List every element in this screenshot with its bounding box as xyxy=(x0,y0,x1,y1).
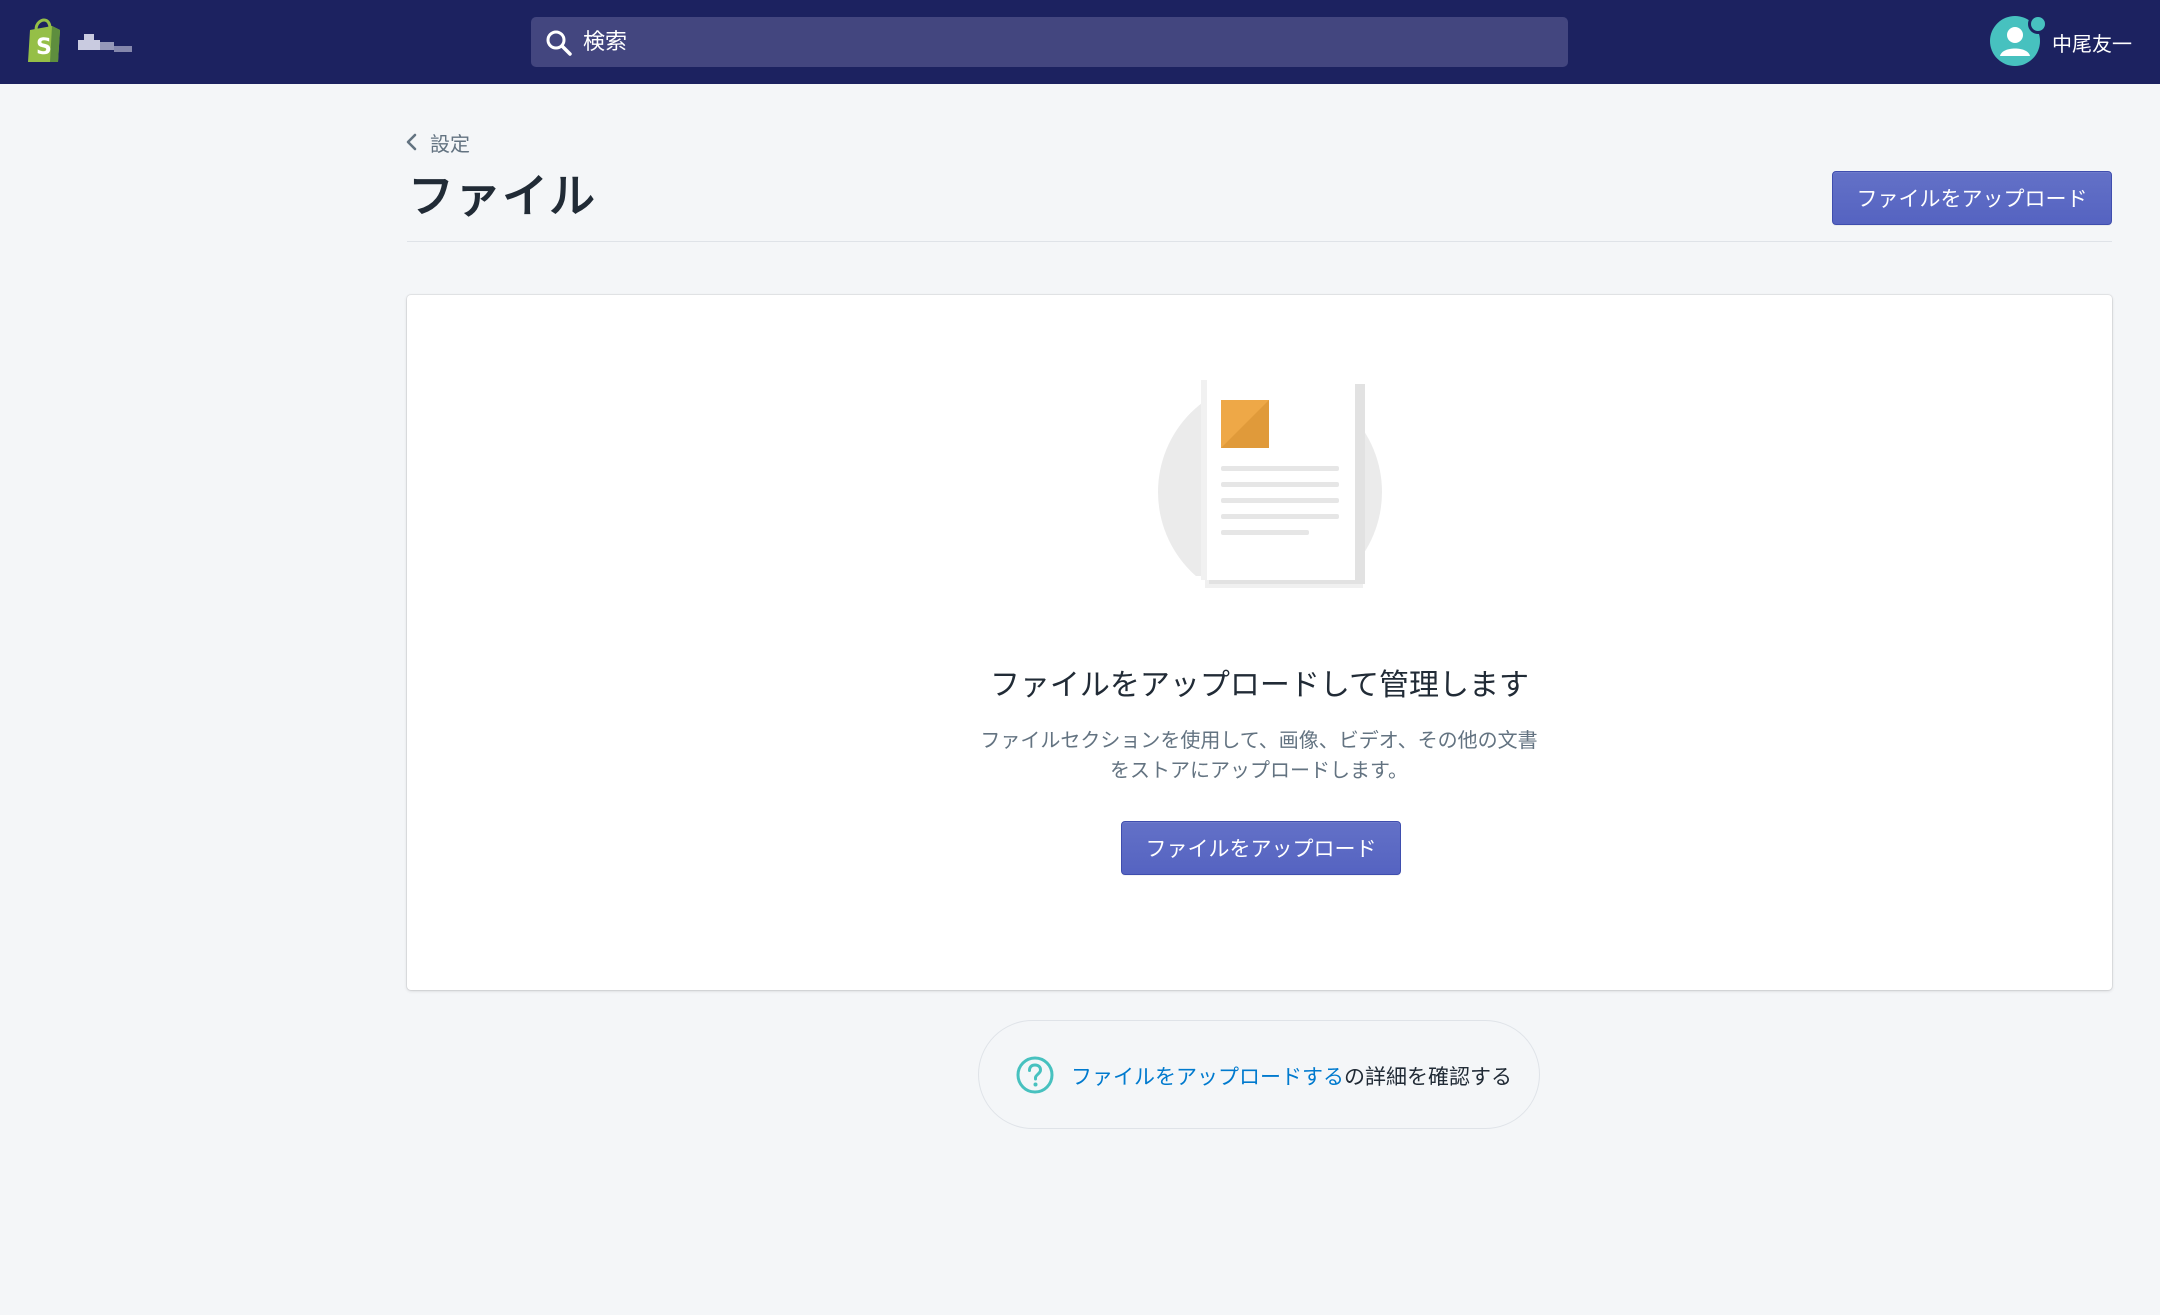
top-bar: S 中尾友一 xyxy=(0,0,2160,84)
user-menu[interactable]: 中尾友一 xyxy=(1990,14,2155,70)
empty-state-description: ファイルセクションを使用して、画像、ビデオ、その他の文書 をストアにアップロード… xyxy=(959,725,1559,785)
shopify-logo-icon[interactable]: S xyxy=(22,18,66,64)
notification-dot xyxy=(2028,14,2048,34)
user-name: 中尾友一 xyxy=(2052,32,2132,56)
store-name-blurred[interactable] xyxy=(78,34,136,56)
empty-state-description-line2: をストアにアップロードします。 xyxy=(1110,758,1408,782)
search-input[interactable] xyxy=(583,17,1543,67)
footer-help: ファイルをアップロードするの詳細を確認する xyxy=(978,1020,1540,1129)
upload-file-button[interactable]: ファイルをアップロード xyxy=(1832,171,2112,225)
search-icon xyxy=(546,30,572,56)
header-divider xyxy=(407,241,2112,242)
search-bar[interactable] xyxy=(531,17,1568,67)
breadcrumb[interactable]: 設定 xyxy=(404,127,470,157)
chevron-left-icon xyxy=(406,133,417,151)
empty-state-heading: ファイルをアップロードして管理します xyxy=(989,668,1530,703)
empty-state-description-line1: ファイルセクションを使用して、画像、ビデオ、その他の文書 xyxy=(980,728,1538,752)
empty-state-upload-button[interactable]: ファイルをアップロード xyxy=(1121,821,1401,875)
help-suffix: の詳細を確認する xyxy=(1344,1065,1512,1089)
document-illustration-icon xyxy=(1158,380,1382,588)
help-text: ファイルをアップロードするの詳細を確認する xyxy=(1071,1061,1512,1091)
page-title: ファイル xyxy=(408,169,596,223)
question-circle-icon xyxy=(1016,1056,1054,1094)
empty-state-card: ファイルをアップロードして管理します ファイルセクションを使用して、画像、ビデオ… xyxy=(407,295,2112,990)
breadcrumb-label[interactable]: 設定 xyxy=(430,128,470,157)
svg-text:S: S xyxy=(36,35,52,60)
help-link[interactable]: ファイルをアップロードする xyxy=(1071,1065,1344,1089)
